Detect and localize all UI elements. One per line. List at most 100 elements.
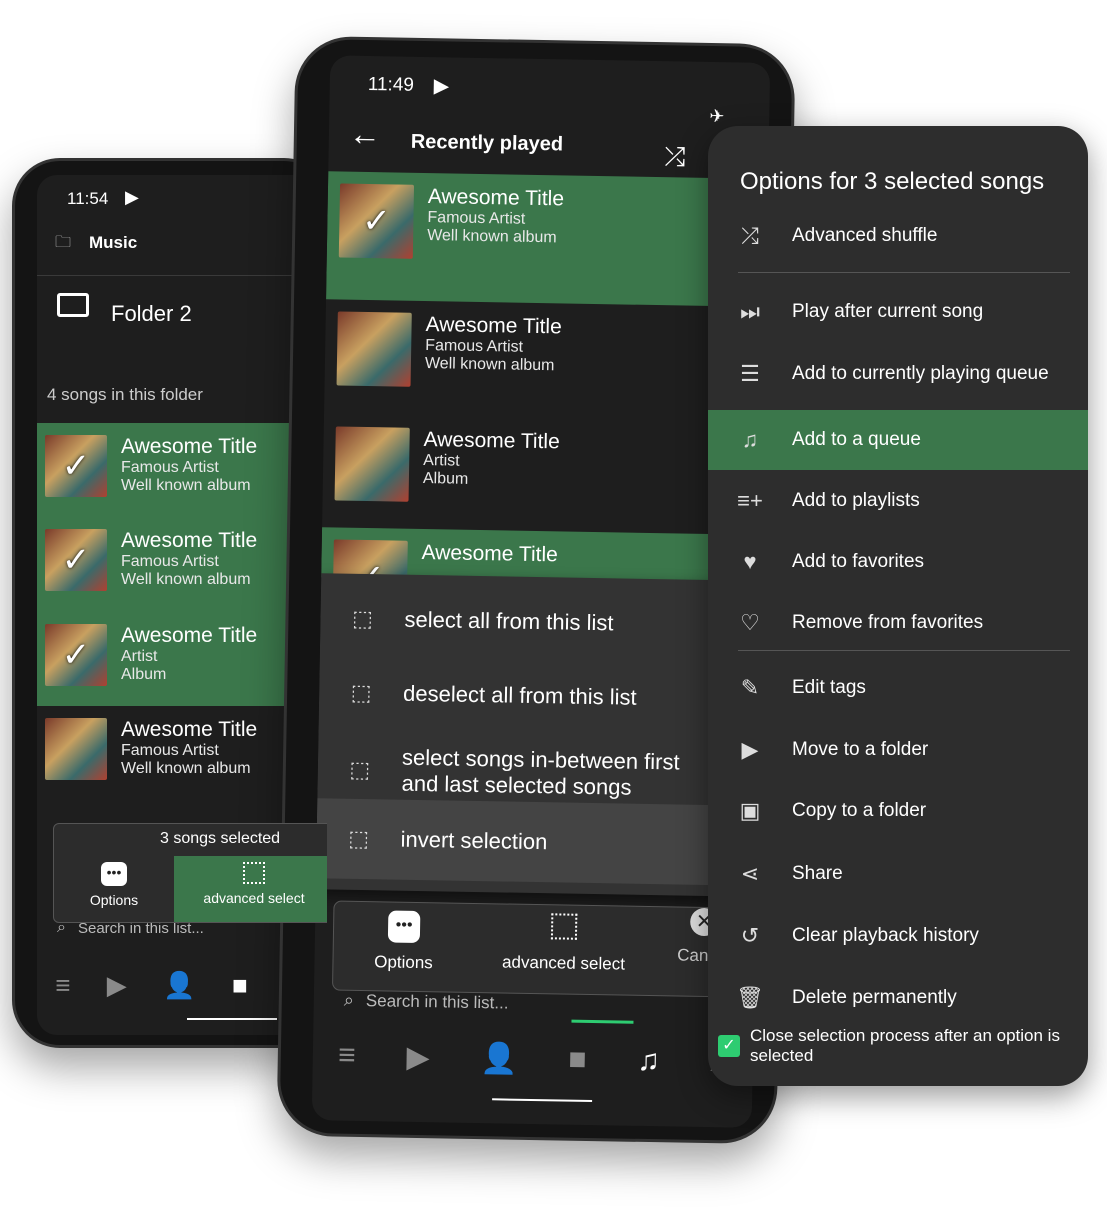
advanced-menu-item[interactable]: ⬚ invert selection (315, 798, 758, 886)
song-title: Awesome Title (421, 541, 558, 567)
divider (37, 275, 327, 276)
option-label: Edit tags (792, 677, 866, 698)
status-time: 11:54 (67, 189, 109, 208)
play-icon[interactable]: ▶ (107, 970, 127, 1001)
album-icon[interactable]: ♫ (637, 1044, 660, 1078)
divider (738, 272, 1070, 273)
search-placeholder: Search in this list... (365, 990, 509, 1013)
song-artist: Famous Artist (425, 337, 524, 356)
advanced-menu-label: select songs in-between first and last s… (401, 744, 680, 800)
advanced-label: advanced select (501, 952, 626, 974)
menu-title: Options for 3 selected songs (740, 168, 1045, 195)
song-row[interactable]: ✓ Awesome Title Famous Artist Well known… (326, 171, 769, 307)
song-row[interactable]: ✓ Awesome Title Famous Artist Well known… (37, 517, 327, 612)
artist-icon[interactable]: 👤 (163, 970, 195, 1001)
back-arrow-icon[interactable]: ← (349, 116, 382, 154)
option-clear-playback-history[interactable]: ↺ Clear playback history (708, 906, 1088, 966)
advanced-menu-label: invert selection (400, 826, 548, 855)
check-icon: ✓ (61, 541, 91, 579)
option-add-to-playlists[interactable]: ≡+ Add to playlists (708, 471, 1088, 531)
folder-copy-icon: ▣ (739, 798, 761, 823)
check-icon: ✓ (61, 636, 91, 674)
queue-music-icon[interactable]: ≡ (338, 1039, 356, 1073)
song-title: Awesome Title (121, 624, 258, 647)
song-row[interactable]: ✓ Awesome Title Famous Artist Well known… (37, 423, 327, 517)
option-copy-to-a-folder[interactable]: ▣ Copy to a folder (708, 781, 1088, 841)
option-label: Add to playlists (792, 490, 920, 511)
song-album: Album (422, 470, 469, 488)
song-album: Album (121, 666, 167, 683)
select-between-icon: ⬚ (349, 756, 371, 783)
playlist-add-icon: ≡+ (737, 488, 763, 513)
option-move-to-a-folder[interactable]: ▶ Move to a folder (708, 720, 1088, 780)
album-art (45, 718, 107, 780)
option-remove-from-favorites[interactable]: ♡ Remove from favorites (708, 593, 1088, 653)
trash-icon: 🗑 (736, 985, 764, 1010)
folder-icon (57, 293, 89, 317)
song-artist: Artist (423, 452, 460, 470)
option-share[interactable]: ⋖ Share (708, 844, 1088, 904)
pencil-icon: ✎ (740, 675, 760, 700)
bottom-nav: ≡▶👤■♫⌕ (312, 1033, 753, 1085)
page-title: Recently played (410, 130, 564, 156)
option-add-to-favorites[interactable]: ♥ Add to favorites (708, 532, 1088, 592)
advanced-menu-item[interactable]: ⬚ select all from this list (320, 587, 761, 657)
deselect-all-icon: ⬚ (350, 679, 372, 706)
option-label: Share (792, 863, 843, 884)
option-label: Play after current song (792, 301, 984, 322)
close-selection-checkbox[interactable]: ✓ Close selection process after an optio… (718, 1026, 1078, 1066)
folder-star-icon: 🗀 (55, 234, 72, 251)
options-button[interactable]: ••• Options (353, 906, 454, 974)
option-add-to-a-queue[interactable]: ♫ Add to a queue (708, 410, 1088, 470)
song-row[interactable]: Awesome Title Artist Album 4:49 (322, 414, 764, 535)
option-add-to-currently-playing-queue[interactable]: ☰ Add to currently playing queue (708, 344, 1088, 404)
queue-music-icon[interactable]: ≡ (55, 970, 70, 1001)
app-logo-icon: ▶ (433, 75, 450, 98)
advanced-select-button[interactable]: advanced select (174, 856, 327, 922)
song-artist: Famous Artist (427, 209, 526, 228)
options-label: Options (374, 952, 433, 973)
song-album: Well known album (121, 760, 251, 777)
option-label: Clear playback history (792, 925, 979, 946)
song-artist: Famous Artist (121, 742, 219, 759)
song-title: Awesome Title (121, 435, 258, 458)
artist-icon[interactable]: 👤 (480, 1041, 518, 1077)
search-bar[interactable]: ⌕ Search in this list... (344, 990, 509, 1014)
home-indicator (492, 1098, 593, 1103)
option-delete-permanently[interactable]: 🗑 Delete permanently (708, 968, 1088, 1028)
more-icon: ••• (387, 910, 421, 944)
option-label: Add to a queue (792, 429, 921, 450)
check-icon: ✓ (61, 447, 91, 485)
song-artist: Artist (121, 648, 158, 665)
selection-bar: 3 songs selected ••• Options advanced se… (53, 823, 327, 923)
header-title: Music (89, 233, 138, 252)
advanced-menu-item[interactable]: ⬚ deselect all from this list (319, 661, 760, 731)
heart-outline-icon: ♡ (740, 610, 760, 635)
album-art (334, 426, 410, 502)
advanced-menu-label: select all from this list (404, 606, 614, 636)
advanced-label: advanced select (203, 890, 305, 906)
option-label: Delete permanently (792, 987, 957, 1008)
app-logo-icon: ▶ (125, 187, 139, 207)
option-play-after-current-song[interactable]: ⏭ Play after current song (708, 282, 1088, 342)
folder-icon[interactable]: ■ (232, 970, 248, 1001)
song-title: Awesome Title (423, 428, 560, 454)
option-advanced-shuffle[interactable]: ⤮ Advanced shuffle (708, 206, 1088, 266)
options-button[interactable]: ••• Options (54, 856, 174, 922)
shuffle-icon[interactable]: ⤮ (664, 141, 685, 173)
advanced-select-button[interactable]: advanced select (483, 908, 644, 975)
screen-left: 11:54 ▶ 🗀 Music Folder 2 4 songs in this… (37, 175, 327, 1035)
option-edit-tags[interactable]: ✎ Edit tags (708, 658, 1088, 718)
song-artist: Famous Artist (121, 553, 219, 570)
play-icon[interactable]: ▶ (406, 1039, 430, 1074)
select-all-icon: ⬚ (351, 605, 374, 632)
heart-icon: ♥ (743, 549, 757, 574)
song-album: Well known album (121, 571, 251, 588)
search-icon: ⌕ (343, 989, 355, 1010)
airplane-icon: ✈ (709, 105, 725, 127)
phone-left: 11:54 ▶ 🗀 Music Folder 2 4 songs in this… (12, 158, 332, 1048)
option-label: Copy to a folder (792, 800, 927, 821)
folder-icon[interactable]: ■ (568, 1043, 587, 1077)
song-row[interactable]: Awesome Title Famous Artist Well known a… (324, 299, 766, 422)
selected-count: 3 songs selected (160, 830, 281, 847)
